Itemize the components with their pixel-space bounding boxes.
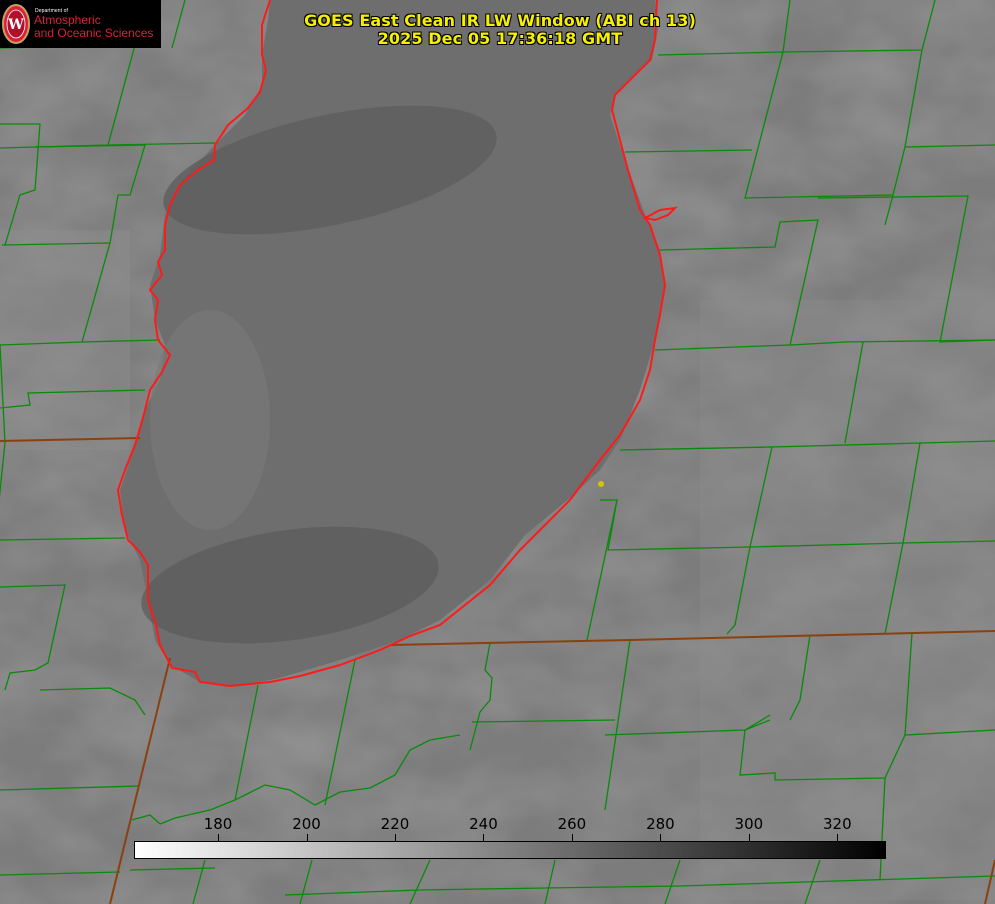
image-timestamp: 2025 Dec 05 17:36:18 GMT <box>377 29 623 48</box>
yellow-site-marker <box>598 481 604 487</box>
colorbar-tick-mark <box>395 834 396 841</box>
colorbar-tick-label: 280 <box>646 815 675 833</box>
colorbar-tick-mark <box>307 834 308 841</box>
colorbar-tick-mark <box>572 834 573 841</box>
colorbar-tick-label: 240 <box>469 815 498 833</box>
uw-aos-logo: W Department of Atmospheric and Oceanic … <box>0 0 161 48</box>
lighter-east-region <box>700 300 995 900</box>
colorbar-tick-label: 180 <box>203 815 233 833</box>
colorbar-frame <box>134 841 886 859</box>
image-title: GOES East Clean IR LW Window (ABI ch 13) <box>304 11 696 30</box>
colorbar-tick-label: 220 <box>380 815 410 833</box>
colorbar-tick-mark <box>749 834 750 841</box>
lake-light-west <box>150 310 270 530</box>
logo-line-2: and Oceanic Sciences <box>34 26 154 40</box>
colorbar-tick-mark <box>218 834 219 841</box>
uw-crest-icon: W <box>2 4 30 44</box>
colorbar-tick-label: 300 <box>734 815 764 833</box>
colorbar-tick-mark <box>483 834 484 841</box>
lighter-west-region <box>0 230 130 450</box>
colorbar-tick-mark <box>837 834 838 841</box>
colorbar-tick-label: 260 <box>557 815 587 833</box>
colorbar-tick-mark <box>660 834 661 841</box>
crest-letter: W <box>7 17 24 33</box>
colorbar-tick-label: 200 <box>292 815 321 833</box>
satellite-map <box>0 0 995 904</box>
colorbar-tick-label: 320 <box>823 815 852 833</box>
